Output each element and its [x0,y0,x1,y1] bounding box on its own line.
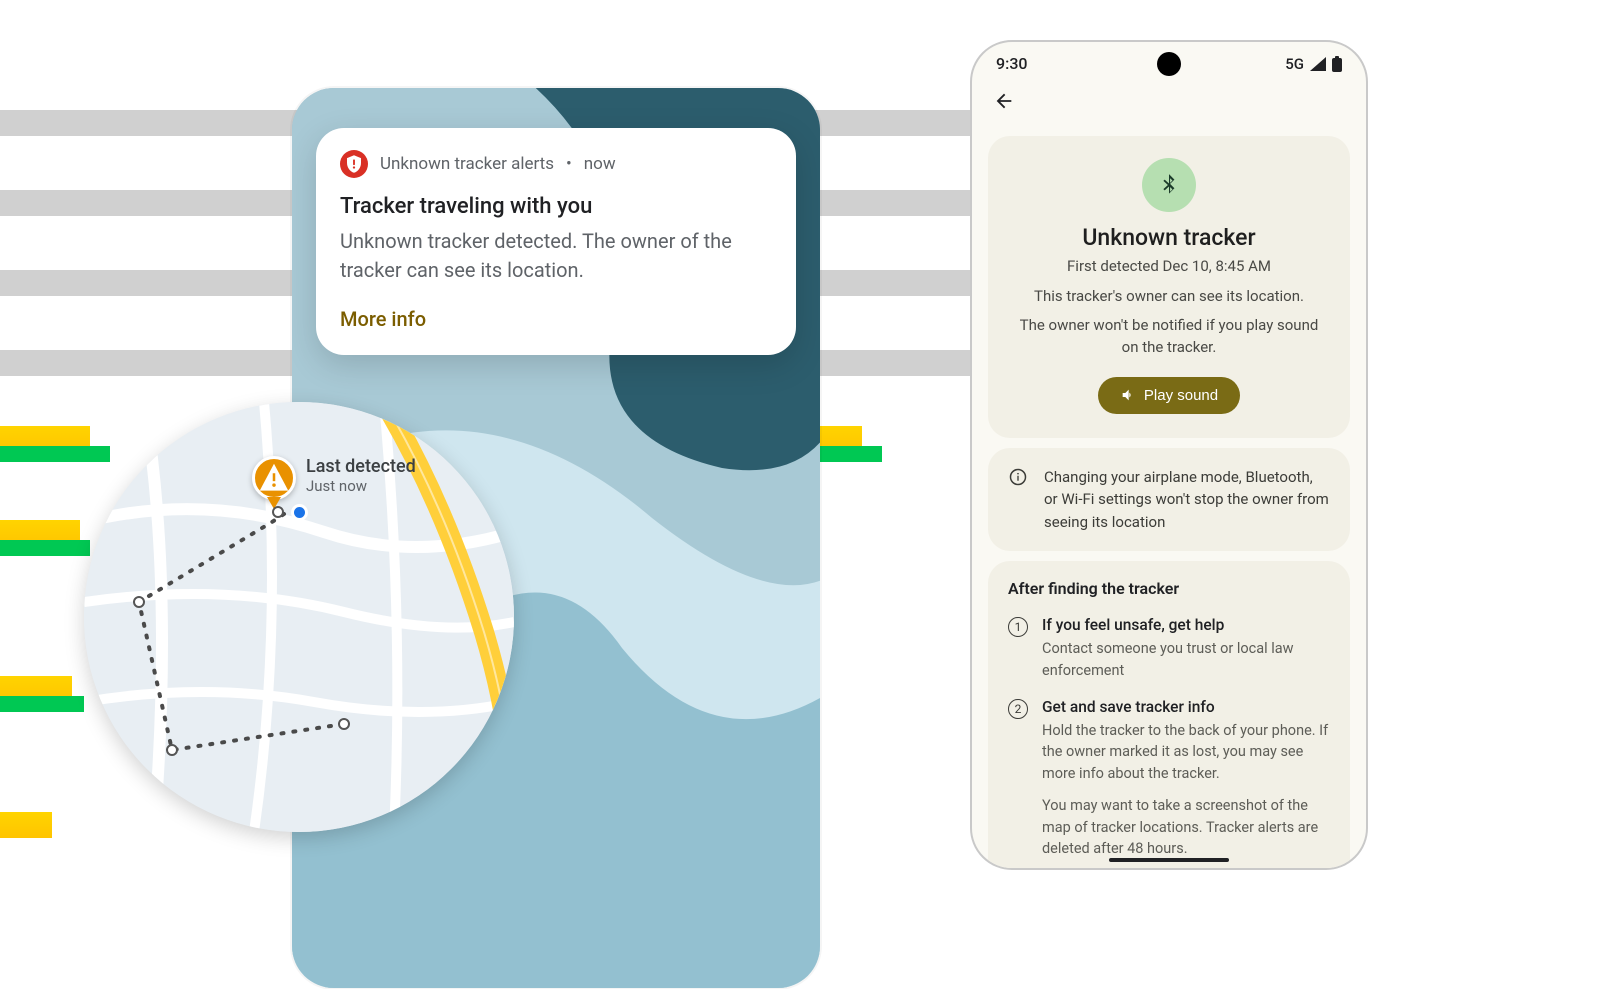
step-number-icon: 1 [1008,617,1028,637]
notif-app-name: Unknown tracker alerts [380,154,554,174]
step-1-desc: Contact someone you trust or local law e… [1042,638,1330,682]
notif-bullet: • [566,154,572,174]
gesture-bar[interactable] [1109,858,1229,862]
info-icon [1008,467,1030,494]
route-point-icon [133,596,145,608]
volume-icon [1120,387,1136,403]
settings-warning-card: Changing your airplane mode, Bluetooth, … [988,448,1350,552]
tracker-notify-note: The owner won't be notified if you play … [1012,315,1326,359]
battery-icon [1332,56,1342,72]
status-clock: 9:30 [996,54,1028,73]
arrow-back-icon [993,90,1015,112]
route-point-icon [272,506,284,518]
play-sound-button[interactable]: Play sound [1098,377,1240,414]
map-last-detected-label: Last detected [306,456,416,477]
tracker-summary-card: Unknown tracker First detected Dec 10, 8… [988,136,1350,438]
route-point-icon [166,744,178,756]
after-heading: After finding the tracker [1008,579,1330,598]
step-2: 2 Get and save tracker info Hold the tra… [1008,698,1330,861]
step-number-icon: 2 [1008,699,1028,719]
bluetooth-icon [1156,172,1182,198]
signal-icon [1310,57,1326,71]
map-current-location-dot [291,504,308,521]
back-button[interactable] [990,87,1018,115]
step-2-title: Get and save tracker info [1042,698,1330,716]
map-pin-alert-icon [252,456,296,500]
map-route-inset: Last detected Just now [84,402,514,832]
notif-time: now [584,154,616,174]
notification-card[interactable]: Unknown tracker alerts • now Tracker tra… [316,128,796,355]
step-1: 1 If you feel unsafe, get help Contact s… [1008,616,1330,682]
tracker-owner-note: This tracker's owner can see its locatio… [1012,287,1326,305]
settings-warning-text: Changing your airplane mode, Bluetooth, … [1044,466,1330,534]
camera-punch-hole [1157,52,1181,76]
after-finding-card: After finding the tracker 1 If you feel … [988,561,1350,870]
step-2-desc: Hold the tracker to the back of your pho… [1042,720,1330,785]
notif-title: Tracker traveling with you [340,194,772,219]
tracker-first-detected: First detected Dec 10, 8:45 AM [1012,257,1326,275]
map-roads [84,402,514,832]
step-2-desc2: You may want to take a screenshot of the… [1042,795,1330,860]
map-last-detected-time: Just now [306,477,416,495]
play-sound-label: Play sound [1144,387,1218,404]
tracker-title: Unknown tracker [1012,224,1326,251]
shield-alert-icon [340,150,368,178]
notif-body: Unknown tracker detected. The owner of t… [340,227,772,285]
phone-detail-screen: 9:30 5G Unknown tracker First detected D… [970,40,1368,870]
status-network-label: 5G [1285,55,1304,73]
route-point-icon [338,718,350,730]
step-1-title: If you feel unsafe, get help [1042,616,1330,634]
bluetooth-badge [1142,158,1196,212]
notif-more-info-link[interactable]: More info [340,307,772,331]
